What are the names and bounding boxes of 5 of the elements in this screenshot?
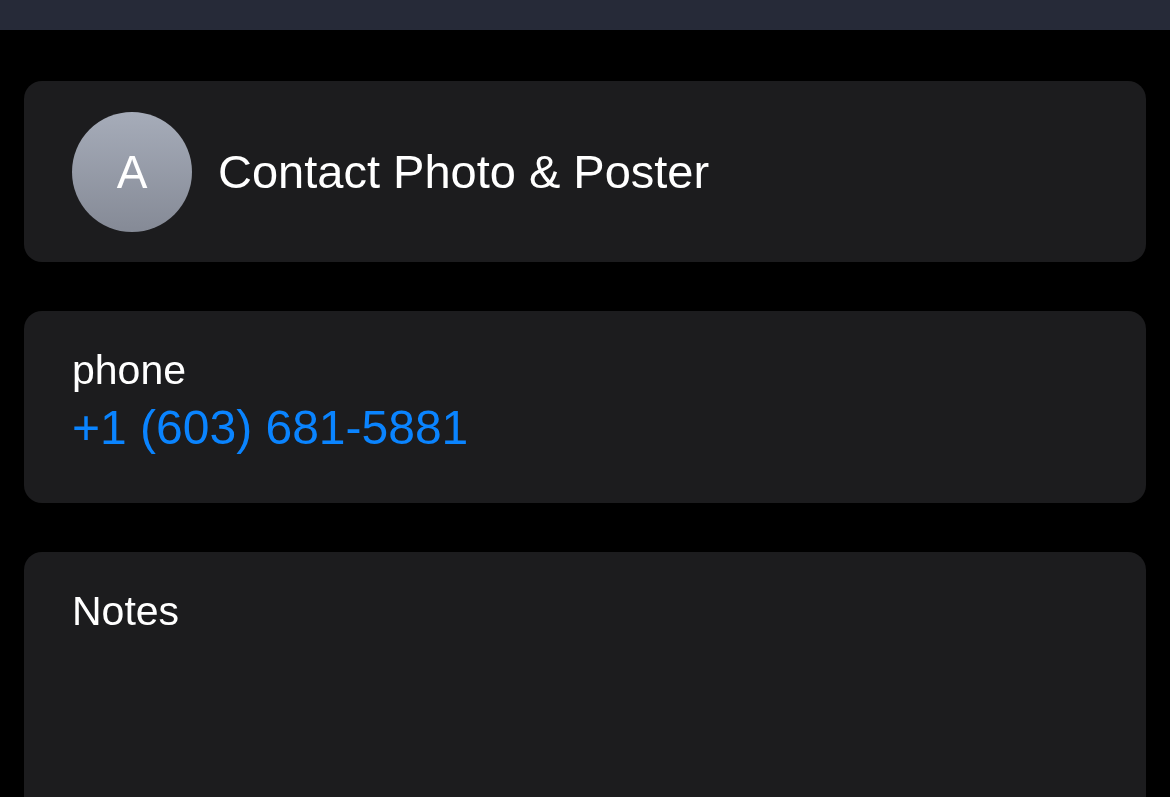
phone-label: phone: [72, 347, 186, 394]
avatar[interactable]: A: [72, 111, 192, 232]
phone-link[interactable]: +1 (603) 681-5881: [72, 400, 469, 455]
contact-photo-title: Contact Photo & Poster: [218, 144, 710, 199]
notes-label: Notes: [72, 588, 180, 635]
